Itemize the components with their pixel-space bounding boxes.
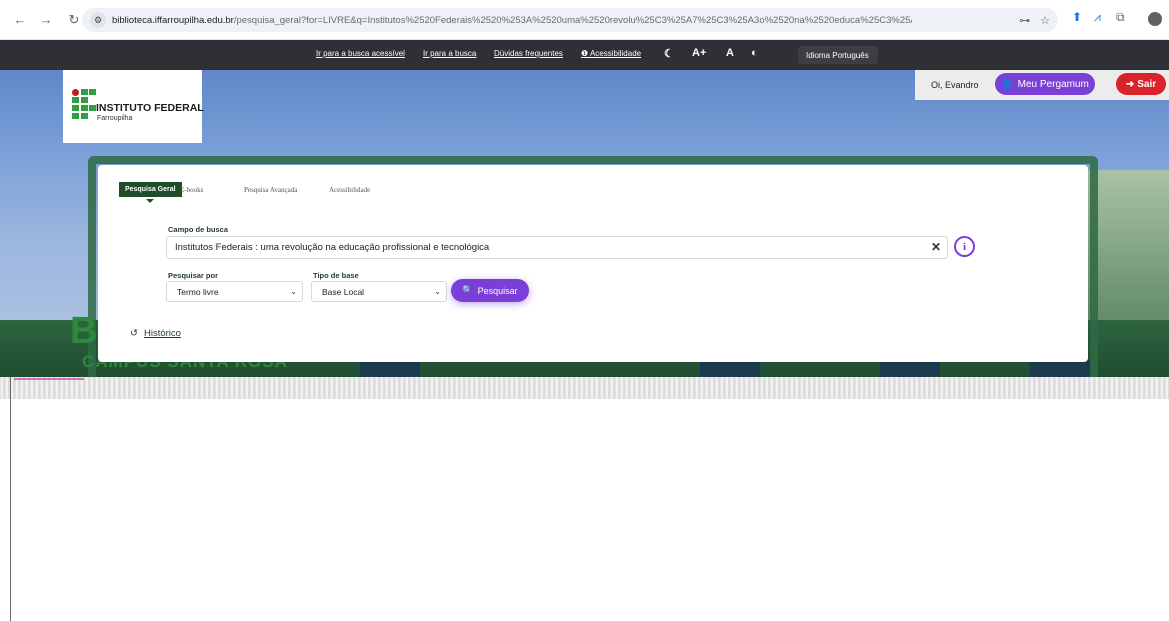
search-button[interactable]: 🔍 Pesquisar <box>451 279 529 302</box>
extension-icon[interactable]: ⬆ <box>1072 10 1082 24</box>
font-normal-button[interactable]: A <box>726 47 734 59</box>
accessibility-bar: Ir para a busca acessível Ir para a busc… <box>0 40 1169 70</box>
user-greeting: Oi, Evandro <box>931 80 979 90</box>
password-key-icon[interactable]: ⊶ <box>1019 14 1030 27</box>
search-button-label: Pesquisar <box>477 285 518 296</box>
meu-pergamum-label: Meu Pergamum <box>1017 78 1089 90</box>
logout-icon: ➜ <box>1125 78 1135 90</box>
dark-mode-moon-icon[interactable]: ☾ <box>664 47 674 60</box>
tab-pesquisa-geral[interactable]: Pesquisa Geral <box>119 182 182 197</box>
language-select[interactable]: Idioma Português <box>798 46 878 64</box>
clear-search-icon[interactable]: ✕ <box>931 240 941 254</box>
url-host: biblioteca.iffarroupilha.edu.br <box>112 14 234 26</box>
link-faq[interactable]: Dúvidas frequentes <box>494 49 563 58</box>
render-noise-strip <box>0 377 1169 399</box>
active-tab-pointer <box>146 199 154 203</box>
base-type-label: Tipo de base <box>313 271 359 280</box>
url-path: /pesquisa_geral?for=LIVRE&q=Institutos%2… <box>233 14 912 26</box>
search-icon: 🔍 <box>462 285 474 295</box>
logo-square-icon <box>81 89 88 95</box>
link-accessibility[interactable]: ❶ Acessibilidade <box>581 49 641 58</box>
font-increase-button[interactable]: A+ <box>692 47 706 59</box>
link-accessibility-label: Acessibilidade <box>589 49 642 58</box>
browser-toolbar: ← → ↻ ⚙ biblioteca.iffarroupilha.edu.br/… <box>0 0 1169 40</box>
search-by-label: Pesquisar por <box>168 271 219 280</box>
search-input-value: Institutos Federais : uma revolução na e… <box>175 242 490 253</box>
extensions-puzzle-icon[interactable]: ⧉ <box>1116 10 1125 25</box>
info-icon: ❶ <box>581 49 590 58</box>
history-icon: ↺ <box>130 328 138 339</box>
link-accessible-search[interactable]: Ir para a busca acessível <box>316 49 405 58</box>
link-search[interactable]: Ir para a busca <box>423 49 476 58</box>
logo-title: INSTITUTO FEDERAL <box>96 102 204 114</box>
tab-pesquisa-avancada[interactable]: Pesquisa Avançada <box>238 182 303 198</box>
page-left-border <box>10 377 11 621</box>
logo-square-icon <box>81 105 88 111</box>
logo-square-icon <box>72 113 79 119</box>
forward-arrow-icon[interactable]: → <box>36 10 56 30</box>
search-by-select[interactable]: Termo livre ⌄ <box>166 281 303 302</box>
search-info-icon[interactable]: i <box>954 236 975 257</box>
logo-square-icon <box>72 97 79 103</box>
user-icon: 👤 <box>1001 78 1014 90</box>
search-input[interactable]: Institutos Federais : uma revolução na e… <box>166 236 948 259</box>
url-text: biblioteca.iffarroupilha.edu.br/pesquisa… <box>112 15 912 26</box>
hero-letter: B <box>70 310 98 352</box>
search-field-label: Campo de busca <box>168 225 229 234</box>
tab-acessibilidade[interactable]: Acessibilidade <box>323 182 376 198</box>
site-info-icon[interactable]: ⚙ <box>90 12 106 28</box>
logo-red-dot-icon <box>72 89 79 96</box>
back-arrow-icon[interactable]: ← <box>10 10 30 30</box>
base-type-select[interactable]: Base Local ⌄ <box>311 281 447 302</box>
meu-pergamum-button[interactable]: 👤 Meu Pergamum <box>995 73 1095 95</box>
sair-button[interactable]: ➜ Sair <box>1116 73 1166 95</box>
chevron-down-icon: ⌄ <box>434 287 441 296</box>
logo-square-icon <box>81 97 88 103</box>
tab-ebooks[interactable]: E-books <box>174 182 209 198</box>
logo-square-icon <box>81 113 88 119</box>
logo-square-icon <box>72 105 79 111</box>
history-link[interactable]: ↺ Histórico <box>130 328 181 339</box>
profile-avatar-icon[interactable] <box>1148 12 1162 26</box>
reload-icon[interactable]: ↻ <box>64 10 84 30</box>
base-type-value: Base Local <box>322 286 365 297</box>
logo-square-icon <box>89 105 96 111</box>
logo-square-icon <box>89 89 96 95</box>
noise-pink-line <box>14 378 84 380</box>
history-label: Histórico <box>143 328 181 339</box>
bookmark-star-icon[interactable]: ☆ <box>1040 14 1050 27</box>
language-label: Idioma Português <box>806 50 869 60</box>
address-bar[interactable]: ⚙ biblioteca.iffarroupilha.edu.br/pesqui… <box>82 8 1058 32</box>
search-by-value: Termo livre <box>177 286 219 297</box>
contrast-icon[interactable]: ◐ <box>751 47 758 59</box>
chevron-down-icon: ⌄ <box>290 287 297 296</box>
logo-subtitle: Farroupilha <box>97 115 133 122</box>
sair-label: Sair <box>1137 78 1157 90</box>
extension-icon-2[interactable]: ⩘ <box>1094 10 1101 25</box>
